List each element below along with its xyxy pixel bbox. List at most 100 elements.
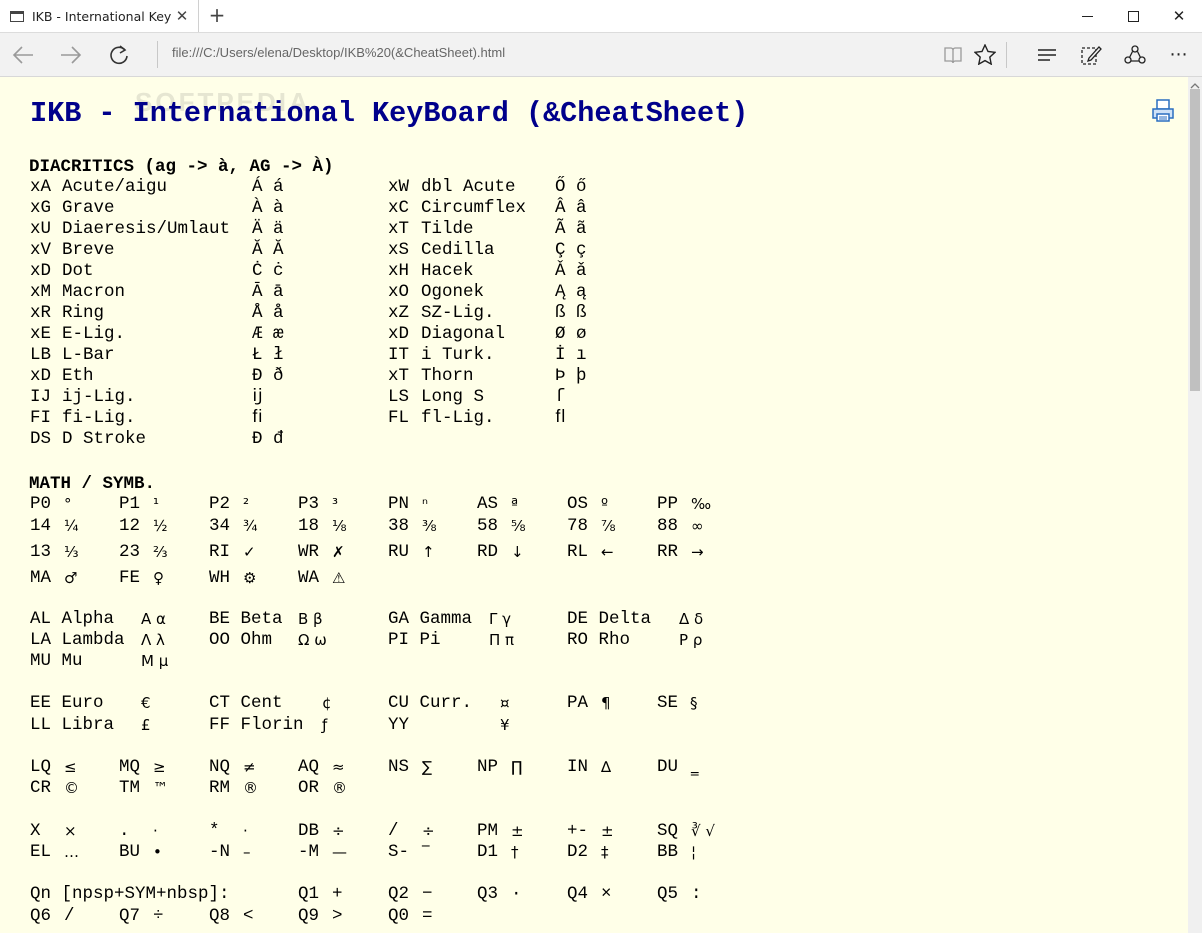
symbol-code: PP [657, 494, 679, 514]
quick-code: Q5 [657, 884, 679, 904]
favorite-star-icon[interactable] [962, 33, 1008, 76]
refresh-icon[interactable] [96, 33, 142, 76]
diacritic-chars: Ø ø [555, 324, 587, 344]
currency-glyph: ¢ [322, 694, 332, 712]
diacritic-code: xE [30, 324, 52, 344]
symbol-code: TM [119, 778, 141, 798]
new-tab-icon[interactable]: + [204, 4, 230, 28]
symbol-glyph: ⚙ [243, 569, 257, 587]
currency-glyph: ¶ [601, 694, 611, 712]
diacritic-chars: Æ æ [252, 324, 284, 344]
symbol-glyph: ÷ [332, 822, 345, 840]
greek-name: OO Ohm [209, 630, 273, 650]
vertical-scrollbar[interactable] [1188, 77, 1202, 933]
symbol-glyph: ® [243, 779, 258, 797]
symbol-code: S- [388, 842, 410, 862]
web-note-icon[interactable] [1068, 33, 1114, 76]
symbol-code: OS [567, 494, 589, 514]
symbol-code: 13 [30, 542, 52, 562]
diacritic-name: Tilde [421, 219, 474, 239]
symbol-glyph: ♂ [64, 569, 78, 587]
symbol-code: NP [477, 757, 499, 777]
quick-code: Q2 [388, 884, 410, 904]
diacritic-chars: Á á [252, 177, 284, 197]
symbol-glyph: ¦ [691, 843, 697, 861]
quick-glyph: − [422, 884, 433, 904]
diacritic-chars: Ł ł [252, 345, 284, 365]
browser-tab[interactable]: IKB - International KeyBo ✕ [0, 0, 199, 32]
diacritic-code: xD [30, 261, 52, 281]
symbol-code: 34 [209, 516, 231, 536]
symbol-code: RL [567, 542, 589, 562]
quick-glyph: > [332, 906, 343, 926]
symbol-code: CR [30, 778, 52, 798]
symbol-code: EL [30, 842, 52, 862]
symbol-glyph: ⅔ [153, 543, 168, 561]
currency-name: CU Curr. [388, 693, 473, 713]
symbol-code: RM [209, 778, 231, 798]
close-window-icon[interactable]: ✕ [1156, 0, 1202, 32]
scroll-up-icon[interactable] [1188, 77, 1202, 89]
diacritic-chars: ﬂ [555, 408, 566, 428]
diacritic-code: FL [388, 408, 410, 428]
diacritic-name: Acute/aigu [62, 177, 168, 197]
print-icon[interactable] [1152, 99, 1174, 127]
diacritic-name: E-Lig. [62, 324, 126, 344]
symbol-glyph: ÷ [422, 822, 435, 840]
currency-name: EE Euro [30, 693, 104, 713]
title-bar: IKB - International KeyBo ✕ + ✕ [0, 0, 1202, 33]
diacritic-chars: ſ [555, 387, 566, 407]
symbol-glyph: ° [64, 495, 72, 513]
diacritic-chars: Ǎ ǎ [555, 261, 587, 281]
symbol-glyph: ⁿ [422, 495, 428, 513]
scroll-thumb[interactable] [1190, 89, 1200, 391]
address-bar[interactable]: file:///C:/Users/elena/Desktop/IKB%20(&C… [172, 45, 505, 60]
currency-glyph: § [690, 694, 698, 712]
symbol-code: IN [567, 757, 589, 777]
more-icon[interactable]: ⋯ [1156, 33, 1202, 76]
back-icon[interactable] [0, 33, 46, 76]
symbol-code: SQ [657, 821, 679, 841]
hub-icon[interactable] [1024, 33, 1070, 76]
diacritic-name: fi-Lig. [62, 408, 136, 428]
diacritic-name: Dot [62, 261, 94, 281]
symbol-code: BU [119, 842, 141, 862]
greek-glyph: Π π [489, 631, 515, 649]
diacritic-code: IJ [30, 387, 52, 407]
forward-icon[interactable] [48, 33, 94, 76]
maximize-icon[interactable] [1110, 0, 1156, 32]
symbol-code: 23 [119, 542, 141, 562]
symbol-glyph: ♀ [153, 569, 164, 587]
symbol-code: RR [657, 542, 679, 562]
close-tab-icon[interactable]: ✕ [172, 6, 192, 26]
symbol-code: X [30, 821, 41, 841]
quick-code: Q4 [567, 884, 589, 904]
diacritic-chars: Ő ő [555, 177, 587, 197]
minimize-icon[interactable] [1064, 0, 1110, 32]
symbol-glyph: – [243, 843, 251, 861]
symbol-code: P0 [30, 494, 52, 514]
symbol-glyph: ≤ [64, 758, 77, 776]
quick-code: Q7 [119, 906, 141, 926]
quick-glyph: < [243, 906, 254, 926]
symbol-glyph: ™ [153, 779, 168, 797]
currency-name: PA [567, 693, 589, 713]
diacritic-name: Breve [62, 240, 115, 260]
symbol-code: MQ [119, 757, 141, 777]
greek-name: MU Mu [30, 651, 83, 671]
diacritic-name: Circumflex [421, 198, 527, 218]
symbol-code: RU [388, 542, 410, 562]
symbol-code: RI [209, 542, 231, 562]
symbol-glyph: — [332, 843, 347, 861]
diacritic-chars: Ċ ċ [252, 261, 284, 281]
symbol-code: BB [657, 842, 679, 862]
quick-code: Q6 [30, 906, 52, 926]
symbol-code: * [209, 821, 220, 841]
share-icon[interactable] [1112, 33, 1158, 76]
symbol-code: D1 [477, 842, 499, 862]
diacritic-code: xT [388, 366, 410, 386]
symbol-glyph: ‗ [691, 758, 699, 776]
currency-glyph: ¤ [500, 694, 510, 712]
diacritic-code: DS [30, 429, 52, 449]
navigation-bar: file:///C:/Users/elena/Desktop/IKB%20(&C… [0, 33, 1202, 77]
